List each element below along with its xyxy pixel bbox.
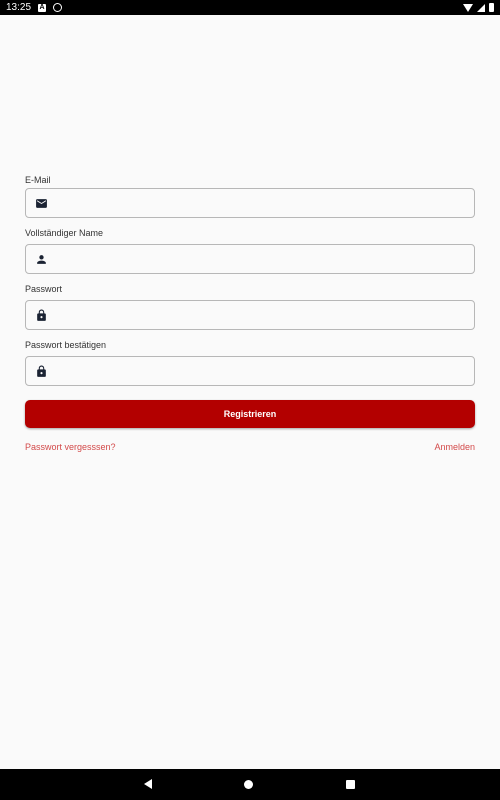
back-icon[interactable]	[144, 779, 152, 789]
recents-icon[interactable]	[346, 780, 355, 789]
wifi-icon	[463, 3, 473, 12]
register-button[interactable]: Registrieren	[25, 400, 475, 428]
full-name-field[interactable]	[25, 244, 475, 274]
battery-icon	[489, 3, 494, 12]
forgot-password-link[interactable]: Passwort vergesssen?	[25, 442, 116, 452]
home-icon[interactable]	[244, 780, 253, 789]
email-label: E-Mail	[25, 175, 51, 185]
password-field[interactable]	[25, 300, 475, 330]
password-label: Passwort	[25, 284, 63, 294]
confirm-password-label: Passwort bestätigen	[25, 340, 107, 350]
status-bar: 13:25 A	[0, 0, 500, 15]
full-name-input[interactable]	[60, 245, 466, 273]
email-icon	[36, 199, 47, 208]
login-link[interactable]: Anmelden	[434, 442, 475, 452]
sync-icon	[53, 3, 63, 12]
email-field[interactable]	[25, 188, 475, 218]
email-input[interactable]	[60, 189, 466, 217]
confirm-password-field[interactable]	[25, 356, 475, 386]
status-time: 13:25	[6, 2, 32, 13]
confirm-password-input[interactable]	[60, 357, 466, 385]
lock-icon	[37, 309, 46, 321]
full-name-label: Vollständiger Name	[25, 228, 104, 238]
password-input[interactable]	[60, 301, 466, 329]
navigation-bar	[0, 769, 500, 800]
lock-icon	[37, 365, 46, 377]
a-notification-icon: A	[38, 3, 47, 12]
signal-icon	[477, 3, 485, 12]
person-icon	[37, 255, 46, 264]
